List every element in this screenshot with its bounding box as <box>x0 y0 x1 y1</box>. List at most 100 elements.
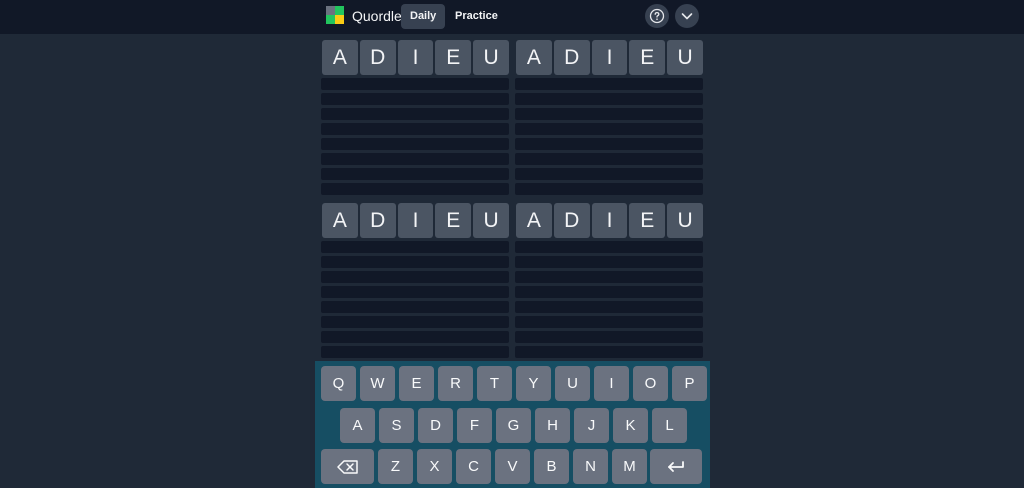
letter-tile: A <box>322 203 358 238</box>
empty-guess-row <box>321 271 509 283</box>
empty-guess-row <box>515 346 703 358</box>
board-1: ADIEU <box>321 40 509 195</box>
key-t[interactable]: T <box>477 366 512 401</box>
enter-key[interactable] <box>650 449 702 484</box>
empty-guess-row <box>321 256 509 268</box>
empty-guess-row <box>515 301 703 313</box>
key-k[interactable]: K <box>613 408 648 443</box>
enter-icon <box>668 460 684 472</box>
empty-guess-row <box>321 153 509 165</box>
on-screen-keyboard: QWERTYUIOP ASDFGHJKL ZXCVBNM <box>315 361 710 488</box>
tab-practice[interactable]: Practice <box>446 4 507 29</box>
key-l[interactable]: L <box>652 408 687 443</box>
letter-tile: U <box>667 203 703 238</box>
key-o[interactable]: O <box>633 366 668 401</box>
empty-guess-row <box>321 316 509 328</box>
tab-daily[interactable]: Daily <box>401 4 446 29</box>
key-n[interactable]: N <box>573 449 608 484</box>
key-f[interactable]: F <box>457 408 492 443</box>
empty-guess-row <box>321 138 509 150</box>
letter-tile: I <box>397 203 434 238</box>
letter-tile: A <box>322 40 358 75</box>
board-2: ADIEU <box>515 40 703 195</box>
empty-guess-row <box>515 241 703 253</box>
board-3: ADIEU <box>321 203 509 358</box>
key-m[interactable]: M <box>612 449 647 484</box>
empty-guess-row <box>321 286 509 298</box>
empty-guess-row <box>321 346 509 358</box>
empty-guess-row <box>515 183 703 195</box>
empty-guess-row <box>515 123 703 135</box>
quordle-logo-icon <box>326 6 344 24</box>
empty-guess-row <box>515 316 703 328</box>
empty-guess-row <box>515 138 703 150</box>
letter-tile: E <box>629 203 666 238</box>
menu-dropdown-button[interactable] <box>675 4 699 28</box>
letter-tile: U <box>667 40 703 75</box>
key-i[interactable]: I <box>594 366 629 401</box>
key-w[interactable]: W <box>360 366 395 401</box>
empty-guess-row <box>321 183 509 195</box>
letter-tile: A <box>516 203 552 238</box>
help-button[interactable] <box>645 4 669 28</box>
key-a[interactable]: A <box>340 408 375 443</box>
key-z[interactable]: Z <box>378 449 413 484</box>
empty-guess-row <box>321 78 509 90</box>
letter-tile: I <box>397 40 434 75</box>
letter-tile: U <box>473 40 509 75</box>
empty-guess-row <box>515 108 703 120</box>
letter-tile: E <box>435 40 472 75</box>
empty-guess-row <box>515 153 703 165</box>
empty-guess-row <box>515 93 703 105</box>
guess-row: ADIEU <box>322 203 509 238</box>
backspace-icon <box>336 459 358 474</box>
backspace-key[interactable] <box>321 449 374 484</box>
key-r[interactable]: R <box>438 366 473 401</box>
letter-tile: D <box>359 40 396 75</box>
empty-guess-row <box>515 78 703 90</box>
chevron-down-icon <box>681 13 693 20</box>
key-j[interactable]: J <box>574 408 609 443</box>
empty-guess-row <box>321 123 509 135</box>
guess-row: ADIEU <box>516 40 703 75</box>
letter-tile: I <box>591 203 628 238</box>
empty-guess-row <box>321 168 509 180</box>
key-p[interactable]: P <box>672 366 707 401</box>
guess-row: ADIEU <box>516 203 703 238</box>
letter-tile: U <box>473 203 509 238</box>
letter-tile: I <box>591 40 628 75</box>
key-h[interactable]: H <box>535 408 570 443</box>
help-icon <box>649 8 665 24</box>
key-e[interactable]: E <box>399 366 434 401</box>
empty-guess-row <box>321 301 509 313</box>
letter-tile: E <box>629 40 666 75</box>
key-v[interactable]: V <box>495 449 530 484</box>
key-c[interactable]: C <box>456 449 491 484</box>
empty-guess-row <box>321 93 509 105</box>
key-g[interactable]: G <box>496 408 531 443</box>
key-x[interactable]: X <box>417 449 452 484</box>
key-s[interactable]: S <box>379 408 414 443</box>
empty-guess-row <box>515 331 703 343</box>
key-q[interactable]: Q <box>321 366 356 401</box>
letter-tile: D <box>553 203 590 238</box>
board-4: ADIEU <box>515 203 703 358</box>
empty-guess-row <box>515 256 703 268</box>
key-b[interactable]: B <box>534 449 569 484</box>
empty-guess-row <box>321 108 509 120</box>
letter-tile: D <box>359 203 396 238</box>
guess-row: ADIEU <box>322 40 509 75</box>
empty-guess-row <box>515 286 703 298</box>
app-title: Quordle <box>352 8 402 24</box>
empty-guess-row <box>515 168 703 180</box>
letter-tile: A <box>516 40 552 75</box>
key-y[interactable]: Y <box>516 366 551 401</box>
key-u[interactable]: U <box>555 366 590 401</box>
letter-tile: E <box>435 203 472 238</box>
empty-guess-row <box>321 241 509 253</box>
letter-tile: D <box>553 40 590 75</box>
empty-guess-row <box>321 331 509 343</box>
key-d[interactable]: D <box>418 408 453 443</box>
top-bar: Quordle Daily Practice <box>0 0 1024 34</box>
empty-guess-row <box>515 271 703 283</box>
